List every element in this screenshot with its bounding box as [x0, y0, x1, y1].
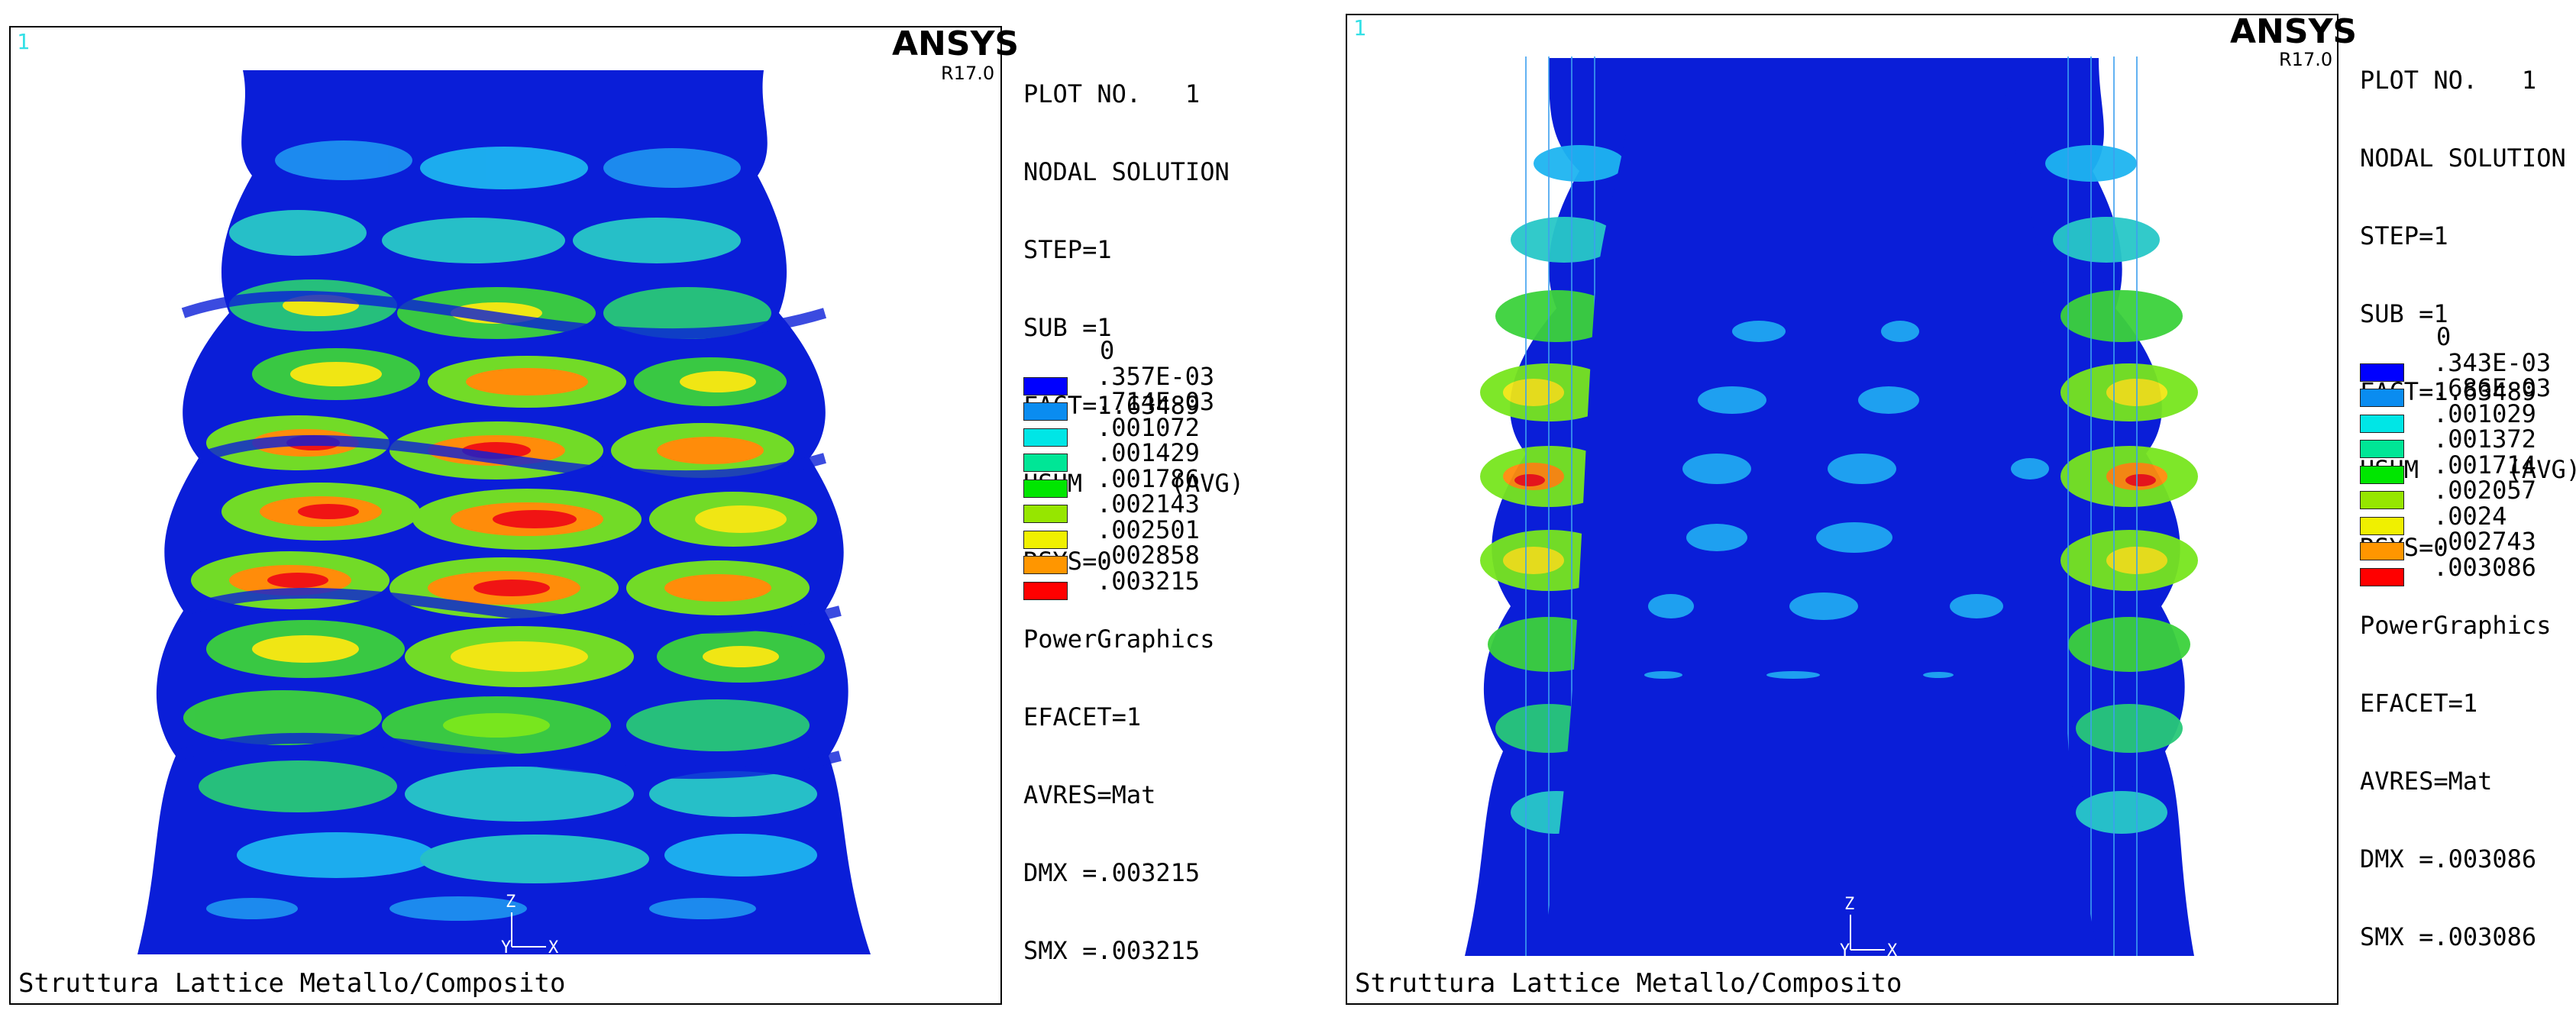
- right-plot-panel: 1 ANSYS R17.0 Z Y X PLOT NO. 1 NODAL SOL…: [1335, 0, 2576, 1008]
- info-line: AVRES=Mat: [2360, 767, 2493, 796]
- info-line: EFACET=1: [1023, 702, 1142, 731]
- legend-value: .002143: [1097, 489, 1200, 518]
- displacement-contour-plot: Z Y X: [1465, 56, 2198, 960]
- ansys-logo: ANSYS: [892, 24, 1020, 63]
- info-line: PowerGraphics: [2360, 611, 2552, 640]
- legend-value: .001372: [2433, 425, 2536, 454]
- legend-value: .001072: [1097, 412, 1200, 442]
- legend-swatch: [1023, 530, 1068, 549]
- info-line: PLOT NO. 1: [1023, 79, 1201, 108]
- legend-swatch: [2360, 542, 2404, 560]
- legend-value: .002858: [1097, 541, 1200, 570]
- legend-swatch: [1023, 376, 1068, 396]
- info-line: SUB =1: [2360, 299, 2448, 328]
- info-line: PLOT NO. 1: [2360, 66, 2537, 95]
- info-line: EFACET=1: [2360, 689, 2478, 718]
- info-line: DMX =.003086: [2360, 844, 2537, 873]
- info-line: PowerGraphics: [1023, 625, 1215, 654]
- legend-swatch: [1023, 428, 1068, 447]
- legend-swatch: [1023, 556, 1068, 574]
- legend-min: 0: [1100, 336, 1115, 365]
- legend-swatch: [2360, 389, 2404, 407]
- displacement-contour-plot: Z Y X: [137, 70, 871, 957]
- legend-value: .002743: [2433, 527, 2536, 556]
- legend-value: .714E-03: [1097, 387, 1215, 416]
- legend-value: .003215: [1097, 566, 1200, 596]
- legend-value: .343E-03: [2433, 347, 2552, 377]
- legend-value: .0024: [2433, 501, 2507, 531]
- legend-swatch: [1023, 581, 1068, 600]
- legend-swatch: [1023, 454, 1068, 472]
- legend-value: .002501: [1097, 515, 1200, 544]
- viewport-number: 1: [17, 29, 30, 54]
- info-line: SMX =.003215: [1023, 936, 1201, 965]
- legend-value: .686E-03: [2433, 373, 2552, 402]
- left-plot-panel: 1 ANSYS R17.0 Z Y X PLOT NO. 1 NODAL SOL…: [0, 0, 1288, 1008]
- legend-value: .001429: [1097, 438, 1200, 467]
- legend-value: .001714: [2433, 450, 2536, 479]
- legend-swatch: [1023, 505, 1068, 523]
- plot-caption: Struttura Lattice Metallo/Composito: [18, 968, 566, 999]
- info-line: STEP=1: [1023, 235, 1112, 264]
- viewport-number: 1: [1353, 15, 1366, 40]
- version-label: R17.0: [941, 63, 995, 84]
- legend-swatch: [2360, 440, 2404, 458]
- triad-z-label: Z: [1844, 895, 1854, 914]
- ansys-logo: ANSYS: [2230, 12, 2358, 51]
- info-line: AVRES=Mat: [1023, 780, 1156, 809]
- legend-swatch: [2360, 414, 2404, 433]
- info-line: NODAL SOLUTION: [1023, 157, 1230, 186]
- info-line: STEP=1: [2360, 221, 2448, 250]
- legend-swatch: [2360, 363, 2404, 382]
- triad-x-label: X: [548, 938, 559, 957]
- legend-value: .003086: [2433, 552, 2536, 582]
- info-line: DMX =.003215: [1023, 858, 1201, 887]
- legend-swatch: [1023, 402, 1068, 421]
- legend-swatch: [2360, 491, 2404, 509]
- triad-y-label: Y: [501, 938, 511, 957]
- legend-value: .001786: [1097, 463, 1200, 493]
- legend-value: .002057: [2433, 476, 2536, 505]
- triad-x-label: X: [1887, 941, 1898, 960]
- info-line: SMX =.003086: [2360, 922, 2537, 951]
- legend-swatch: [1023, 479, 1068, 498]
- info-line: SUB =1: [1023, 313, 1112, 342]
- legend-swatch: [2360, 516, 2404, 535]
- version-label: R17.0: [2279, 49, 2333, 70]
- legend-value: .357E-03: [1097, 361, 1215, 391]
- legend-value: .001029: [2433, 399, 2536, 428]
- info-line: NODAL SOLUTION: [2360, 144, 2566, 173]
- triad-z-label: Z: [506, 893, 516, 912]
- triad-y-label: Y: [1840, 941, 1850, 960]
- legend-swatch: [2360, 567, 2404, 586]
- plot-caption: Struttura Lattice Metallo/Composito: [1355, 968, 1902, 999]
- legend-swatch: [2360, 465, 2404, 484]
- legend-min: 0: [2436, 322, 2452, 351]
